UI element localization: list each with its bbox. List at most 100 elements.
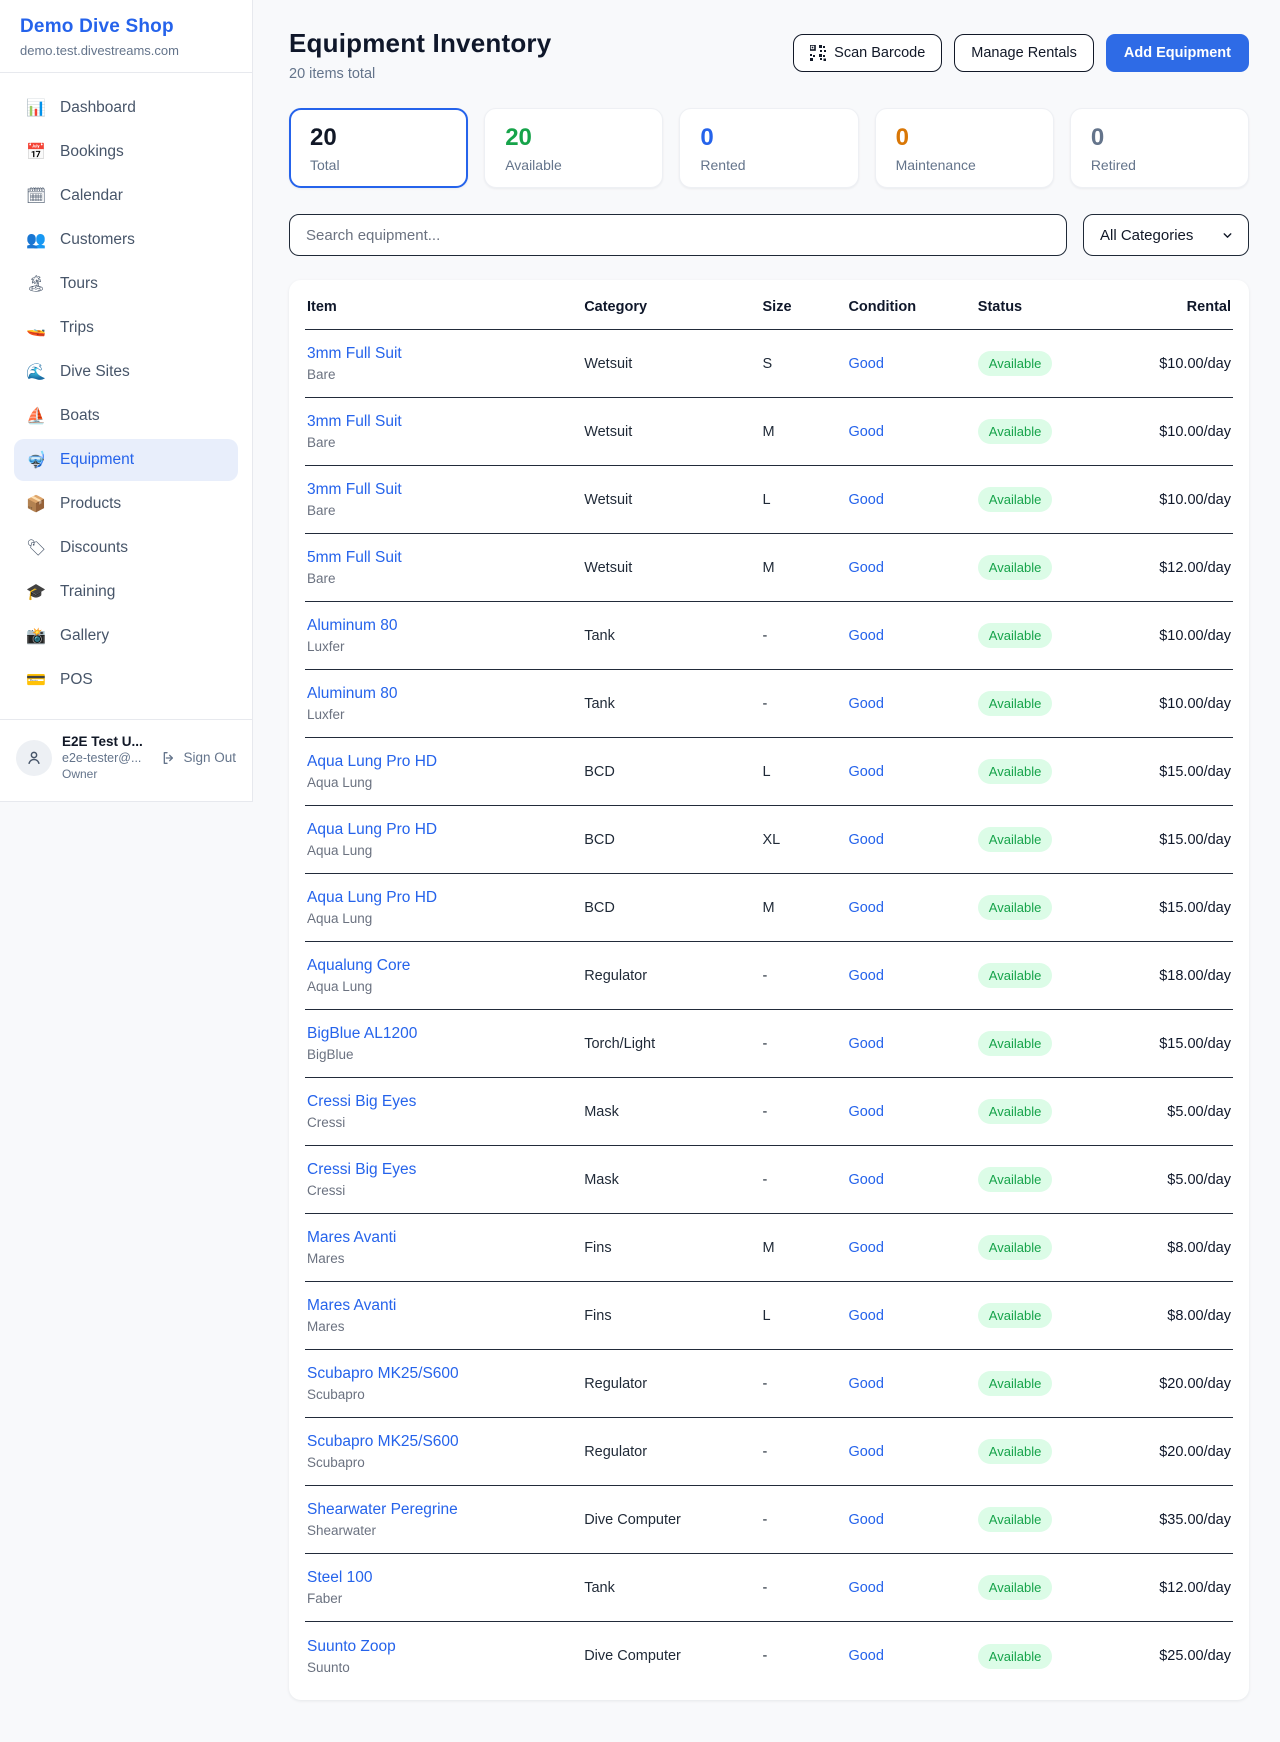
condition-link[interactable]: Good [848,628,977,644]
condition-link[interactable]: Good [848,1376,977,1392]
sidebar-nav: 📊 Dashboard 📅 Bookings 🗓 Calendar 👥 Cust… [0,73,252,711]
column-header-status: Status [978,299,1120,315]
status-badge: Available [978,759,1053,784]
brand-domain: demo.test.divestreams.com [20,43,232,58]
condition-link[interactable]: Good [848,900,977,916]
condition-link[interactable]: Good [848,560,977,576]
condition-link[interactable]: Good [848,1308,977,1324]
sidebar-item[interactable]: 📊 Dashboard [14,87,238,129]
status-badge: Available [978,1507,1053,1532]
column-header-size: Size [763,299,849,315]
condition-link[interactable]: Good [848,424,977,440]
condition-link[interactable]: Good [848,1648,977,1664]
sidebar-item[interactable]: 📅 Bookings [14,131,238,173]
condition-link[interactable]: Good [848,968,977,984]
category-select[interactable]: All Categories [1083,214,1249,256]
condition-link[interactable]: Good [848,1512,977,1528]
item-name-link[interactable]: 3mm Full Suit [307,345,584,363]
sidebar-item-icon: 📸 [26,626,46,646]
search-input[interactable] [289,214,1067,256]
status-badge: Available [978,1235,1053,1260]
sidebar-item[interactable]: 🗓 Calendar [14,175,238,217]
table-row: 3mm Full Suit Bare Wetsuit L Good Availa… [305,466,1233,534]
table-row: 5mm Full Suit Bare Wetsuit M Good Availa… [305,534,1233,602]
add-equipment-button[interactable]: Add Equipment [1106,34,1249,72]
size-cell: - [763,628,849,644]
status-badge: Available [978,691,1053,716]
item-name-link[interactable]: BigBlue AL1200 [307,1025,584,1043]
sidebar-item[interactable]: 💳 POS [14,659,238,701]
manage-rentals-label: Manage Rentals [971,45,1077,61]
sidebar-item[interactable]: 🏷 Discounts [14,527,238,569]
condition-link[interactable]: Good [848,696,977,712]
sign-out-button[interactable]: Sign Out [161,750,236,766]
sidebar-item-label: Discounts [60,539,128,557]
item-name-link[interactable]: Aluminum 80 [307,685,584,703]
category-cell: BCD [584,832,762,848]
item-name-link[interactable]: Mares Avanti [307,1297,584,1315]
condition-link[interactable]: Good [848,356,977,372]
stat-card[interactable]: 20 Total [289,108,468,188]
sidebar-item[interactable]: ⛵ Boats [14,395,238,437]
condition-link[interactable]: Good [848,1036,977,1052]
item-name-link[interactable]: Suunto Zoop [307,1638,584,1656]
sidebar-item[interactable]: 📦 Products [14,483,238,525]
sidebar-item[interactable]: 🚤 Trips [14,307,238,349]
condition-link[interactable]: Good [848,1580,977,1596]
item-name-link[interactable]: Aqua Lung Pro HD [307,821,584,839]
status-badge: Available [978,827,1053,852]
item-name-link[interactable]: Steel 100 [307,1569,584,1587]
stat-card[interactable]: 0 Maintenance [875,108,1054,188]
table-header-row: Item Category Size Condition Status Rent… [305,284,1233,330]
item-name-link[interactable]: Aqua Lung Pro HD [307,889,584,907]
sidebar-item[interactable]: 🎓 Training [14,571,238,613]
rental-price: $10.00/day [1120,424,1231,440]
sidebar-item[interactable]: 📸 Gallery [14,615,238,657]
category-cell: Dive Computer [584,1512,762,1528]
item-name-link[interactable]: Cressi Big Eyes [307,1093,584,1111]
sign-out-icon [161,750,177,766]
rental-price: $5.00/day [1120,1172,1231,1188]
item-cell: Shearwater Peregrine Shearwater [307,1501,584,1538]
item-name-link[interactable]: Aluminum 80 [307,617,584,635]
stat-card[interactable]: 0 Rented [679,108,858,188]
condition-link[interactable]: Good [848,1172,977,1188]
stat-card[interactable]: 20 Available [484,108,663,188]
item-name-link[interactable]: Aqualung Core [307,957,584,975]
item-name-link[interactable]: 5mm Full Suit [307,549,584,567]
item-name-link[interactable]: 3mm Full Suit [307,481,584,499]
size-cell: L [763,1308,849,1324]
condition-link[interactable]: Good [848,492,977,508]
item-brand: Cressi [307,1183,584,1198]
item-brand: Bare [307,435,584,450]
item-name-link[interactable]: 3mm Full Suit [307,413,584,431]
condition-link[interactable]: Good [848,1444,977,1460]
category-cell: Regulator [584,1444,762,1460]
sidebar-item-icon: 📦 [26,494,46,514]
sidebar-item[interactable]: 🌊 Dive Sites [14,351,238,393]
manage-rentals-button[interactable]: Manage Rentals [954,34,1094,72]
column-header-item: Item [307,299,584,315]
item-name-link[interactable]: Aqua Lung Pro HD [307,753,584,771]
item-name-link[interactable]: Scubapro MK25/S600 [307,1433,584,1451]
condition-link[interactable]: Good [848,1104,977,1120]
sidebar-item[interactable]: 🏝 Tours [14,263,238,305]
item-cell: Aqua Lung Pro HD Aqua Lung [307,753,584,790]
item-cell: Suunto Zoop Suunto [307,1638,584,1675]
status-cell: Available [978,827,1120,852]
rental-price: $10.00/day [1120,696,1231,712]
category-cell: Wetsuit [584,424,762,440]
item-name-link[interactable]: Mares Avanti [307,1229,584,1247]
condition-link[interactable]: Good [848,764,977,780]
condition-link[interactable]: Good [848,832,977,848]
size-cell: - [763,1444,849,1460]
item-name-link[interactable]: Cressi Big Eyes [307,1161,584,1179]
item-name-link[interactable]: Shearwater Peregrine [307,1501,584,1519]
condition-link[interactable]: Good [848,1240,977,1256]
sidebar-item[interactable]: 🤿 Equipment [14,439,238,481]
sidebar-item-icon: 🌊 [26,362,46,382]
sidebar-item[interactable]: 👥 Customers [14,219,238,261]
stat-card[interactable]: 0 Retired [1070,108,1249,188]
item-name-link[interactable]: Scubapro MK25/S600 [307,1365,584,1383]
scan-barcode-button[interactable]: Scan Barcode [793,34,942,72]
